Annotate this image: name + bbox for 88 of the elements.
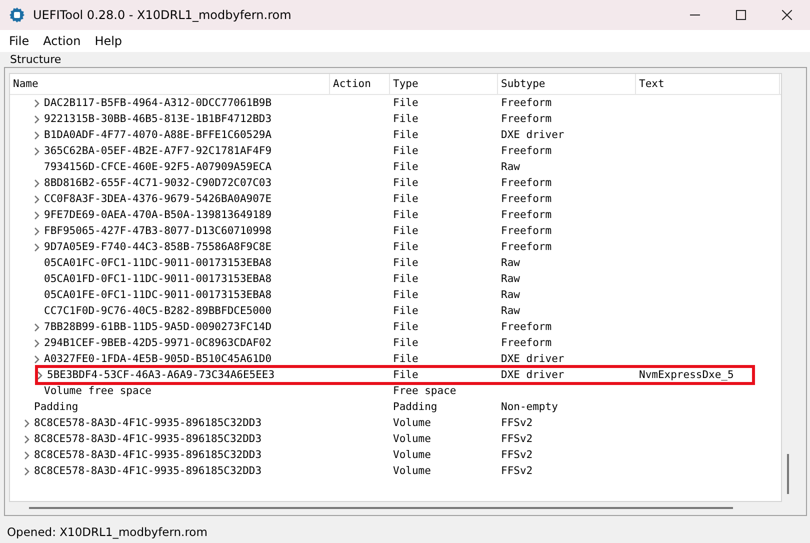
tree-item[interactable]: 9FE7DE69-0AEA-470A-B50A-139813649189 [44,207,272,223]
table-cell-text: Freeform [501,208,552,223]
table-cell-text: File [393,208,418,223]
status-text: Opened: X10DRL1_modbyfern.rom [7,525,208,539]
tree-item[interactable]: CC7C1F0D-9C76-40C5-B282-89BBFDCE5000 [44,303,272,319]
table-cell-text: Raw [501,304,520,319]
table-cell-text: NvmExpressDxe_5 [639,368,734,383]
table-cell-text: FFSv2 [501,432,533,447]
table-cell-text: FFSv2 [501,416,533,431]
tree-item[interactable]: 05CA01FE-0FC1-11DC-9011-00173153EBA8 [44,287,272,303]
table-cell-text: File [393,288,418,303]
table-cell-text: Freeform [501,336,552,351]
table-cell-text: Freeform [501,240,552,255]
table-cell-text: Freeform [501,176,552,191]
tree-item[interactable]: Volume free space [44,383,152,399]
table-cell-text: File [393,320,418,335]
table-cell-text: File [393,240,418,255]
tree-item[interactable]: 5BE3BDF4-53CF-46A3-A6A9-73C34A6E5EE3 [47,367,275,383]
table-cell-text: DXE driver [501,368,564,383]
column-header[interactable]: Text [636,74,780,94]
close-icon [782,10,792,20]
table-cell-text: File [393,176,418,191]
table-cell-text: FFSv2 [501,448,533,463]
tree-item[interactable]: Padding [34,399,78,415]
tree-item[interactable]: A0327FE0-1FDA-4E5B-905D-B510C45A61D0 [44,351,272,367]
table-cell-text: Non-empty [501,400,558,415]
window-title: UEFITool 0.28.0 - X10DRL1_modbyfern.rom [33,8,292,22]
tree-item[interactable]: 8C8CE578-8A3D-4F1C-9935-896185C32DD3 [34,447,262,463]
table-cell-text: Volume [393,448,431,463]
maximize-icon [736,10,746,20]
table-cell-text: Freeform [501,224,552,239]
tree-item[interactable]: FBF95065-427F-47B3-8077-D13C60710998 [44,223,272,239]
table-cell-text: Raw [501,160,520,175]
tree-item[interactable]: 8C8CE578-8A3D-4F1C-9935-896185C32DD3 [34,415,262,431]
table-cell-text: Freeform [501,96,552,111]
table-cell-text: FFSv2 [501,464,533,479]
table-cell-text: File [393,160,418,175]
tree-item[interactable]: 8C8CE578-8A3D-4F1C-9935-896185C32DD3 [34,431,262,447]
table-cell-text: File [393,272,418,287]
app-icon [9,7,25,23]
table-cell-text: Raw [501,288,520,303]
table-cell-text: File [393,224,418,239]
table-cell-text: Raw [501,272,520,287]
column-header[interactable]: Subtype [498,74,636,94]
tree-item[interactable]: 7934156D-CFCE-460E-92F5-A07909A59ECA [44,159,272,175]
table-cell-text: Free space [393,384,456,399]
table-cell-text: File [393,112,418,127]
group-label: Structure [10,53,62,66]
tree-item[interactable]: 05CA01FD-0FC1-11DC-9011-00173153EBA8 [44,271,272,287]
table-cell-text: File [393,144,418,159]
table-cell-text: File [393,336,418,351]
table-cell-text: File [393,96,418,111]
table-cell-text: Volume [393,432,431,447]
tree-item[interactable]: 9221315B-30BB-46B5-813E-1B1BF4712BD3 [44,111,272,127]
table-cell-text: Padding [393,400,438,415]
table-cell-text: File [393,304,418,319]
table-cell-text: DXE driver [501,352,564,367]
column-header[interactable]: Action [330,74,390,94]
tree-item[interactable]: 365C62BA-05EF-4B2E-A7F7-92C1781AF4F9 [44,143,272,159]
scrollbar-thumb[interactable] [29,507,733,509]
table-cell-text: Freeform [501,192,552,207]
table-cell-text: File [393,128,418,143]
menu-item[interactable]: Action [43,34,81,48]
table-cell-text: Freeform [501,144,552,159]
table-cell-text: File [393,192,418,207]
table-cell-text: Freeform [501,112,552,127]
menu-item[interactable]: File [9,34,30,48]
column-header[interactable]: Name [10,74,330,94]
column-header[interactable]: Type [390,74,498,94]
tree-item[interactable]: DAC2B117-B5FB-4964-A312-0DCC77061B9B [44,95,272,111]
table-cell-text: File [393,368,418,383]
tree-item[interactable]: 294B1CEF-9BEB-42D5-9971-0C8963CDAF02 [44,335,272,351]
tree-item[interactable]: B1DA0ADF-4F77-4070-A88E-BFFE1C60529A [44,127,272,143]
table-cell-text: Volume [393,464,431,479]
tree-item[interactable]: CC0F8A3F-3DEA-4376-9679-5426BA0A907E [44,191,272,207]
tree-item[interactable]: 05CA01FC-0FC1-11DC-9011-00173153EBA8 [44,255,272,271]
table-cell-text: DXE driver [501,128,564,143]
table-cell-text: Volume [393,416,431,431]
menu-item[interactable]: Help [94,34,122,48]
scrollbar-thumb[interactable] [787,454,789,494]
tree-item[interactable]: 9D7A05E9-F740-44C3-858B-75586A8F9C8E [44,239,272,255]
tree-item[interactable]: 8BD816B2-655F-4C71-9032-C90D72C07C03 [44,175,272,191]
tree-item[interactable]: 7BB28B99-61BB-11D5-9A5D-0090273FC14D [44,319,272,335]
table-cell-text: Raw [501,256,520,271]
table-cell-text: File [393,256,418,271]
table-cell-text: Freeform [501,320,552,335]
tree-item[interactable]: 8C8CE578-8A3D-4F1C-9935-896185C32DD3 [34,463,262,479]
table-cell-text: File [393,352,418,367]
